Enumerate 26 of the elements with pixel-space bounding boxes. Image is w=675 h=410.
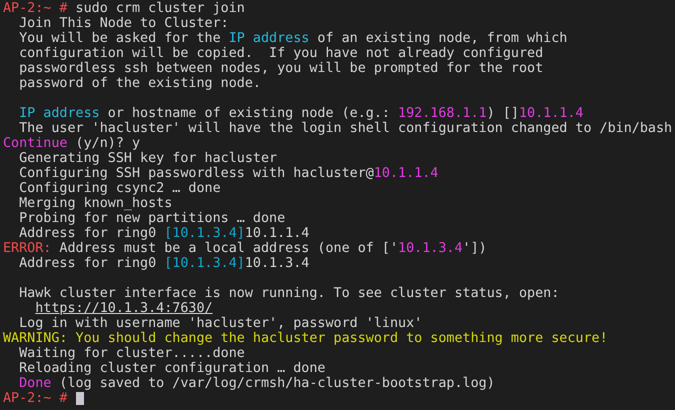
output-line: Log in with username 'hacluster', password 'linux': [19, 316, 422, 331]
output-line: Reloading cluster configuration … done: [19, 361, 326, 376]
output-line: Waiting for cluster.....done: [19, 346, 245, 361]
status-line: WARNING: You should change the hacluster password to something more secure!: [3, 331, 608, 346]
output-line: Hawk cluster interface is now running. To see cluster status, open:: [19, 286, 560, 301]
output-line: password of the existing node.: [19, 76, 261, 91]
output-line: configuration will be copied. If you have not already configured: [19, 46, 544, 61]
status-line: Continue (y/n)? y: [3, 136, 140, 151]
output-line: Configuring csync2 … done: [19, 181, 221, 196]
output-line: The user 'hacluster' will have the login shell configuration changed to /bin/bash: [19, 121, 672, 136]
output-line: Probing for new partitions … done: [19, 211, 286, 226]
command-line: AP-2:~ # sudo crm cluster join: [3, 1, 245, 16]
output-line: Configuring SSH passwordless with hacluster@10.1.1.4: [19, 166, 438, 181]
output-line: passwordless ssh between nodes, you will be prompted for the root: [19, 61, 544, 76]
output-line: Address for ring0 [10.1.3.4]10.1.1.4: [19, 226, 310, 241]
output-line: Generating SSH key for hacluster: [19, 151, 278, 166]
output-line: Merging known_hosts: [19, 196, 172, 211]
output-line: Address for ring0 [10.1.3.4]10.1.3.4: [19, 256, 310, 271]
output-line: Join This Node to Cluster:: [19, 16, 229, 31]
output-line: You will be asked for the IP address of an existing node, from which: [19, 31, 568, 46]
status-line: ERROR: Address must be a local address (one of ['10.1.3.4']): [3, 241, 487, 256]
text-cursor: [76, 392, 84, 405]
output-line: IP address or hostname of existing node (e.g.: 192.168.1.1) []10.1.1.4: [19, 106, 584, 121]
shell-prompt: AP-2:~ #: [3, 391, 68, 406]
url-link[interactable]: https://10.1.3.4:7630/: [35, 301, 213, 316]
output-line: Done (log saved to /var/log/crmsh/ha-cluster-bootstrap.log): [19, 376, 495, 391]
